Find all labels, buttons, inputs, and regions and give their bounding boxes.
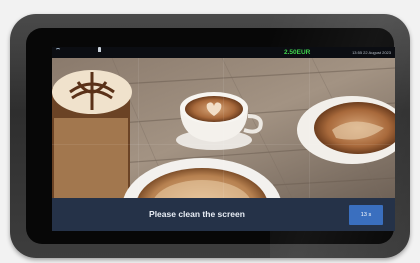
person-icon (98, 47, 101, 52)
countdown-button[interactable]: 13 s (349, 205, 383, 225)
touchscreen-display: 2.50EUR 13:55 22 August 2023 Please clea… (52, 47, 395, 231)
clean-screen-message: Please clean the screen (149, 209, 245, 219)
status-bar: 2.50EUR 13:55 22 August 2023 (52, 47, 395, 58)
grid-line (52, 144, 395, 145)
status-left (55, 47, 101, 52)
wifi-icon (55, 47, 61, 52)
date-time: 13:55 22 August 2023 (352, 50, 391, 55)
message-bar: Please clean the screen 13 s (52, 198, 395, 231)
price-display: 2.50EUR (284, 49, 311, 56)
